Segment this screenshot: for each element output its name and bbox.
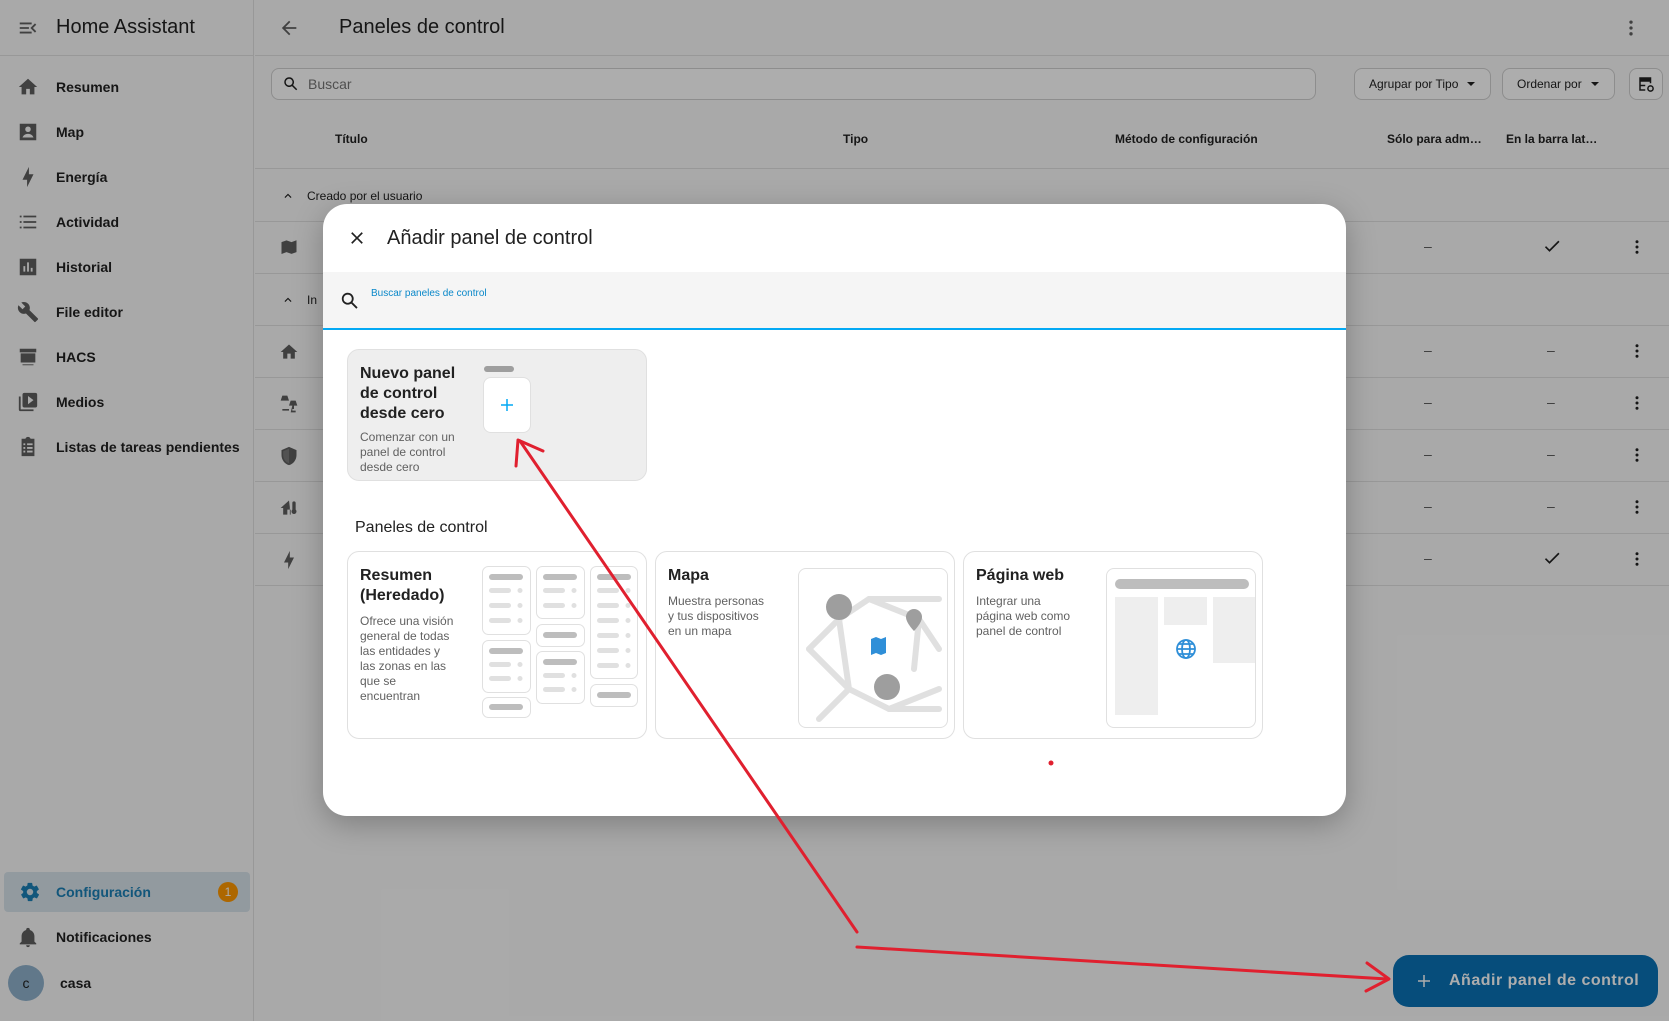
card-description: Ofrece una visión general de todas las e… — [360, 614, 453, 704]
dialog-title: Añadir panel de control — [387, 226, 593, 249]
card-desc-line: las entidades y — [360, 644, 441, 658]
card-title-line: Resumen — [360, 567, 433, 584]
add-dashboard-dialog: Añadir panel de control Buscar paneles d… — [323, 204, 1346, 816]
card-desc-line: general de todas — [360, 629, 450, 643]
card-title: Nuevo panel de control desde cero — [360, 364, 455, 424]
dashboard-card-pagina-web[interactable]: Página web Integrar una página web como … — [963, 551, 1263, 739]
card-title-line: Mapa — [668, 567, 709, 584]
card-description: Integrar una página web como panel de co… — [976, 594, 1070, 639]
webpage-preview — [1106, 568, 1256, 728]
dashboard-card-resumen[interactable]: Resumen (Heredado) Ofrece una visión gen… — [347, 551, 647, 739]
dialog-header: Añadir panel de control — [323, 204, 1346, 272]
card-title: Página web — [976, 566, 1064, 586]
card-title-line: de control — [360, 385, 438, 402]
map-preview-illustration — [806, 594, 942, 722]
new-dashboard-preview — [483, 377, 531, 433]
close-icon — [351, 232, 363, 244]
new-dashboard-card[interactable]: Nuevo panel de control desde cero Comenz… — [347, 349, 647, 481]
card-title-line: desde cero — [360, 405, 445, 422]
card-desc-line: las zonas en las — [360, 659, 447, 673]
card-desc-line: encuentran — [360, 689, 421, 703]
card-title-line: (Heredado) — [360, 587, 445, 604]
card-title-line: Nuevo panel — [360, 365, 456, 382]
card-title: Mapa — [668, 566, 709, 586]
dashboard-card-mapa[interactable]: Mapa Muestra personas y tus dispositivos… — [655, 551, 955, 739]
card-title-line: Página web — [976, 567, 1065, 584]
webpage-preview-illustration — [1115, 579, 1255, 715]
card-title: Resumen (Heredado) — [360, 566, 444, 606]
card-desc-line: en un mapa — [668, 624, 732, 638]
card-desc-line: página web como — [976, 609, 1071, 623]
dashboard-search-input[interactable]: Buscar paneles de control — [323, 272, 1346, 330]
overview-preview-illustration — [482, 566, 638, 718]
card-desc-line: Comenzar con un — [360, 430, 455, 444]
card-description: Comenzar con un panel de control desde c… — [360, 430, 455, 475]
section-title: Paneles de control — [355, 519, 488, 536]
card-desc-line: Ofrece una visión — [360, 614, 454, 628]
card-desc-line: desde cero — [360, 460, 420, 474]
preview-bar — [484, 366, 514, 372]
plus-icon — [501, 399, 513, 411]
card-description: Muestra personas y tus dispositivos en u… — [668, 594, 764, 639]
card-desc-line: Muestra personas — [668, 594, 765, 608]
close-button[interactable] — [323, 228, 387, 248]
card-desc-line: que se — [360, 674, 397, 688]
map-preview — [798, 568, 948, 728]
card-desc-line: panel de control — [360, 445, 446, 459]
card-desc-line: Integrar una — [976, 594, 1041, 608]
card-desc-line: panel de control — [976, 624, 1062, 638]
search-field-label: Buscar paneles de control — [371, 288, 487, 299]
search-icon — [339, 290, 361, 317]
card-desc-line: y tus dispositivos — [668, 609, 759, 623]
